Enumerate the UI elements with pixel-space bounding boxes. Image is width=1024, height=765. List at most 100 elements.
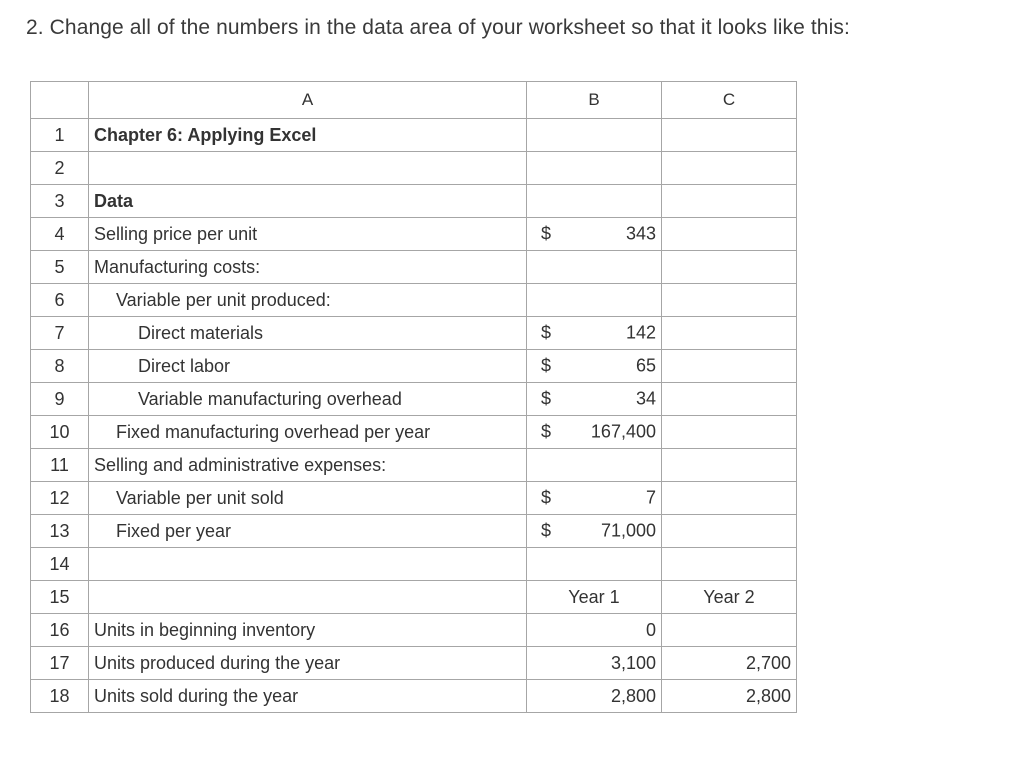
table-row: 4 Selling price per unit $343 (30, 217, 797, 251)
row-number[interactable]: 10 (30, 415, 89, 449)
cell-a13[interactable]: Fixed per year (88, 514, 527, 548)
cell-a17[interactable]: Units produced during the year (88, 646, 527, 680)
cell-value: 71,000 (600, 520, 656, 541)
row-number[interactable]: 5 (30, 250, 89, 284)
spreadsheet-grid: A B C 1 Chapter 6: Applying Excel 2 3 Da… (30, 81, 797, 713)
row-number[interactable]: 11 (30, 448, 89, 482)
row-number[interactable]: 16 (30, 613, 89, 647)
cell-a8[interactable]: Direct labor (88, 349, 527, 383)
currency-symbol: $ (541, 322, 552, 343)
cell-c13[interactable] (661, 514, 797, 548)
row-number[interactable]: 2 (30, 151, 89, 185)
cell-b13[interactable]: $71,000 (526, 514, 662, 548)
cell-value: 142 (625, 322, 656, 343)
cell-b12[interactable]: $7 (526, 481, 662, 515)
cell-a3-data-label[interactable]: Data (88, 184, 527, 218)
cell-c5[interactable] (661, 250, 797, 284)
currency-symbol: $ (541, 355, 552, 376)
currency-symbol: $ (541, 520, 552, 541)
cell-b1[interactable] (526, 118, 662, 152)
row-number[interactable]: 6 (30, 283, 89, 317)
table-row: 12 Variable per unit sold $7 (30, 481, 797, 515)
table-row: 2 (30, 151, 797, 185)
table-row: 11 Selling and administrative expenses: (30, 448, 797, 482)
row-number[interactable]: 7 (30, 316, 89, 350)
currency-symbol: $ (541, 388, 552, 409)
cell-b10[interactable]: $167,400 (526, 415, 662, 449)
column-header-b[interactable]: B (526, 81, 662, 119)
row-number[interactable]: 12 (30, 481, 89, 515)
cell-b17[interactable]: 3,100 (526, 646, 662, 680)
table-row: 17 Units produced during the year 3,100 … (30, 646, 797, 680)
row-number[interactable]: 14 (30, 547, 89, 581)
cell-c7[interactable] (661, 316, 797, 350)
cell-a2[interactable] (88, 151, 527, 185)
cell-c10[interactable] (661, 415, 797, 449)
cell-b18[interactable]: 2,800 (526, 679, 662, 713)
currency-symbol: $ (541, 421, 552, 442)
table-row: 7 Direct materials $142 (30, 316, 797, 350)
cell-c8[interactable] (661, 349, 797, 383)
cell-a4[interactable]: Selling price per unit (88, 217, 527, 251)
cell-c4[interactable] (661, 217, 797, 251)
table-row: 15 Year 1 Year 2 (30, 580, 797, 614)
cell-c12[interactable] (661, 481, 797, 515)
column-header-a[interactable]: A (88, 81, 527, 119)
row-number[interactable]: 13 (30, 514, 89, 548)
row-number[interactable]: 18 (30, 679, 89, 713)
cell-b7[interactable]: $142 (526, 316, 662, 350)
row-number[interactable]: 1 (30, 118, 89, 152)
row-number[interactable]: 3 (30, 184, 89, 218)
row-number[interactable]: 4 (30, 217, 89, 251)
cell-c17[interactable]: 2,700 (661, 646, 797, 680)
cell-a12[interactable]: Variable per unit sold (88, 481, 527, 515)
cell-b16[interactable]: 0 (526, 613, 662, 647)
column-header-c[interactable]: C (661, 81, 797, 119)
cell-b9[interactable]: $34 (526, 382, 662, 416)
cell-a16[interactable]: Units in beginning inventory (88, 613, 527, 647)
cell-b5[interactable] (526, 250, 662, 284)
cell-a7[interactable]: Direct materials (88, 316, 527, 350)
cell-c14[interactable] (661, 547, 797, 581)
cell-a14[interactable] (88, 547, 527, 581)
cell-a1-title[interactable]: Chapter 6: Applying Excel (88, 118, 527, 152)
cell-a18[interactable]: Units sold during the year (88, 679, 527, 713)
cell-c16[interactable] (661, 613, 797, 647)
cell-b14[interactable] (526, 547, 662, 581)
cell-c18[interactable]: 2,800 (661, 679, 797, 713)
cell-c2[interactable] (661, 151, 797, 185)
corner-cell[interactable] (30, 81, 89, 119)
table-row: 10 Fixed manufacturing overhead per year… (30, 415, 797, 449)
cell-c9[interactable] (661, 382, 797, 416)
table-row: 14 (30, 547, 797, 581)
row-number[interactable]: 15 (30, 580, 89, 614)
cell-c3[interactable] (661, 184, 797, 218)
cell-c1[interactable] (661, 118, 797, 152)
cell-a6[interactable]: Variable per unit produced: (88, 283, 527, 317)
table-row: 13 Fixed per year $71,000 (30, 514, 797, 548)
table-row: 3 Data (30, 184, 797, 218)
cell-value: 7 (645, 487, 656, 508)
cell-a10[interactable]: Fixed manufacturing overhead per year (88, 415, 527, 449)
cell-b6[interactable] (526, 283, 662, 317)
column-header-row: A B C (30, 81, 797, 119)
row-number[interactable]: 9 (30, 382, 89, 416)
cell-c6[interactable] (661, 283, 797, 317)
table-row: 8 Direct labor $65 (30, 349, 797, 383)
cell-a15[interactable] (88, 580, 527, 614)
cell-b11[interactable] (526, 448, 662, 482)
cell-b15-year1[interactable]: Year 1 (526, 580, 662, 614)
cell-b8[interactable]: $65 (526, 349, 662, 383)
table-row: 18 Units sold during the year 2,800 2,80… (30, 679, 797, 713)
cell-b3[interactable] (526, 184, 662, 218)
currency-symbol: $ (541, 223, 552, 244)
row-number[interactable]: 17 (30, 646, 89, 680)
cell-c11[interactable] (661, 448, 797, 482)
cell-a5[interactable]: Manufacturing costs: (88, 250, 527, 284)
row-number[interactable]: 8 (30, 349, 89, 383)
cell-c15-year2[interactable]: Year 2 (661, 580, 797, 614)
cell-a11[interactable]: Selling and administrative expenses: (88, 448, 527, 482)
cell-b2[interactable] (526, 151, 662, 185)
cell-b4[interactable]: $343 (526, 217, 662, 251)
cell-a9[interactable]: Variable manufacturing overhead (88, 382, 527, 416)
